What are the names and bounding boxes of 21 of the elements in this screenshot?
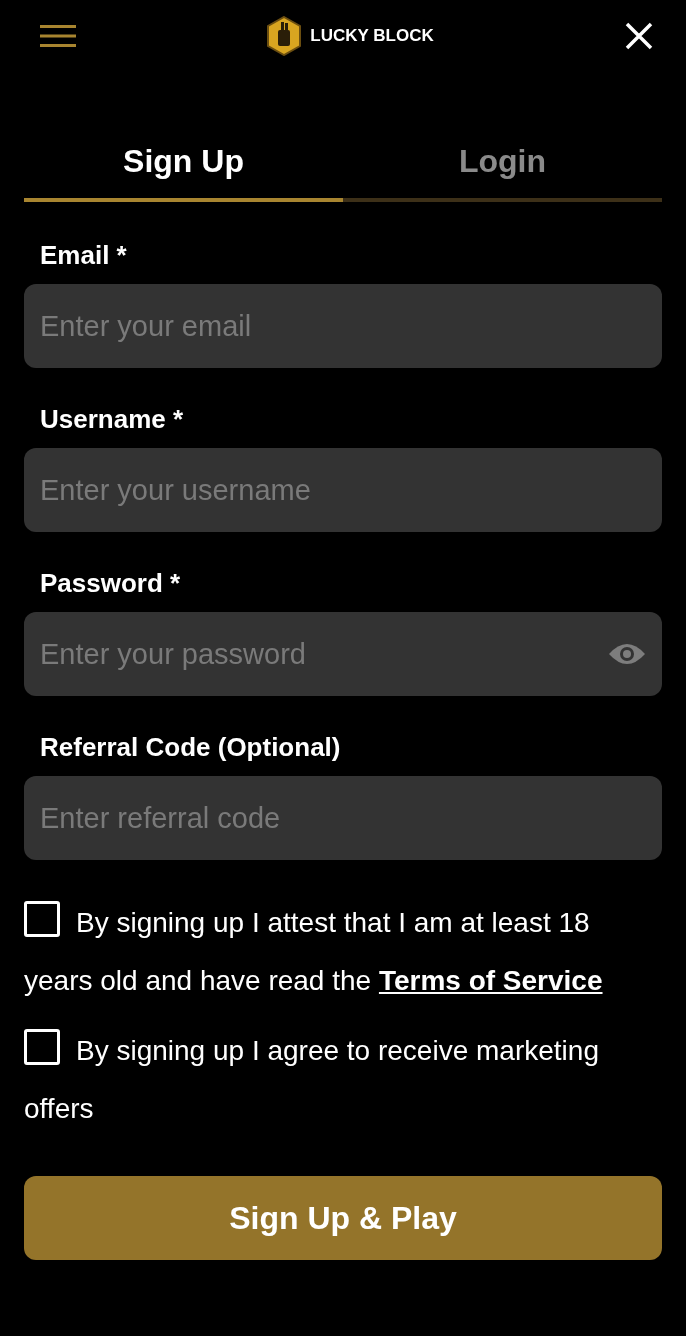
consent-checkbox[interactable]: By signing up I agree to receive marketing offers (24, 1022, 662, 1138)
close-icon[interactable] (624, 21, 654, 51)
tab[interactable]: Login (343, 132, 662, 202)
input-field[interactable]: Enter your username (24, 448, 662, 532)
field-label: Email * (39, 239, 128, 272)
brand-name: LUCKY BLOCK (310, 26, 434, 46)
input-field[interactable]: Enter referral code (24, 776, 662, 860)
terms-link[interactable]: Terms of Service (378, 965, 603, 996)
eye-icon[interactable] (608, 642, 646, 666)
tab[interactable]: Sign Up (24, 132, 343, 202)
field-label: Password * (39, 567, 182, 600)
input-field[interactable]: Enter your password (24, 612, 662, 696)
input-field[interactable]: Enter your email (24, 284, 662, 368)
logo-icon (266, 16, 303, 56)
consent-checkbox[interactable]: By signing up I attest that I am at least 18 years old and have read the Terms of Service (24, 894, 662, 1010)
checkbox[interactable] (24, 901, 60, 937)
field-label: Referral Code (Optional) (39, 731, 342, 764)
field-label: Username * (39, 403, 185, 436)
checkbox[interactable] (24, 1029, 60, 1065)
submit-button[interactable]: Sign Up & Play (24, 1176, 662, 1260)
menu-icon[interactable] (40, 24, 76, 48)
